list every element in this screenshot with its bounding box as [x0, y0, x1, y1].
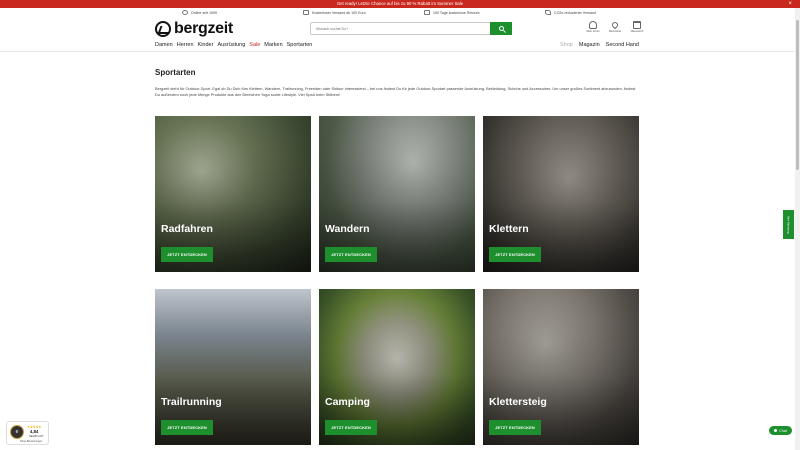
search-button[interactable] [490, 22, 512, 35]
usp-label: CO2e-reduzierter Versand [554, 10, 596, 15]
nav-item-herren[interactable]: Herren [177, 42, 194, 48]
nav-item-sportarten[interactable]: Sportarten [287, 42, 313, 48]
rating-grade: SEHR GUT [29, 434, 44, 438]
rating-label: Shop-Bewertungen [20, 440, 43, 443]
search-input[interactable] [311, 23, 490, 34]
sport-card-wandern[interactable]: Wandern JETZT ENTDECKEN [319, 116, 475, 272]
nav-item-second-hand[interactable]: Second Hand [606, 42, 639, 48]
chat-icon [774, 429, 778, 432]
heart-icon [610, 20, 620, 30]
usp-label: Kostenloser Versand ab 100 Euro [312, 10, 366, 15]
card-title: Klettersteig [489, 396, 547, 408]
globe-icon [182, 10, 188, 15]
discover-button[interactable]: JETZT ENTDECKEN [325, 247, 377, 262]
bag-icon [633, 21, 641, 29]
card-title: Camping [325, 396, 370, 408]
wishlist-label: Merkzettel [609, 30, 621, 33]
sport-card-trailrunning[interactable]: Trailrunning JETZT ENTDECKEN [155, 289, 311, 445]
card-title: Radfahren [161, 223, 213, 235]
trusted-shops-seal-icon: e [10, 425, 24, 439]
wishlist-button[interactable]: Merkzettel [608, 20, 622, 33]
usp-item: Online seit 1999 [182, 10, 217, 15]
promo-bar[interactable]: Get ready! Letzte Chance auf bis zu 90 %… [0, 0, 800, 8]
sport-card-camping[interactable]: Camping JETZT ENTDECKEN [319, 289, 475, 445]
main-nav: Damen Herren Kinder Ausrüstung Sale Mark… [155, 42, 312, 48]
discover-button[interactable]: JETZT ENTDECKEN [325, 420, 377, 435]
usp-item: Kostenloser Versand ab 100 Euro [303, 10, 366, 15]
site-header: bergzeit Mein Konto Merkzettel Warenkorb… [0, 18, 795, 52]
card-title: Trailrunning [161, 396, 222, 408]
discover-button[interactable]: JETZT ENTDECKEN [489, 247, 541, 262]
nav-item-ausruestung[interactable]: Ausrüstung [217, 42, 245, 48]
nav-item-kinder[interactable]: Kinder [198, 42, 214, 48]
discover-button[interactable]: JETZT ENTDECKEN [489, 420, 541, 435]
page-intro: Bergzeit steht für Outdoor-Sport. Egal o… [155, 86, 636, 98]
page-title: Sportarten [155, 68, 196, 77]
chat-label: Chat [779, 428, 787, 433]
card-title: Klettern [489, 223, 529, 235]
sport-card-klettersteig[interactable]: Klettersteig JETZT ENTDECKEN [483, 289, 639, 445]
scrollbar[interactable] [795, 8, 800, 450]
chat-button[interactable]: Chat [769, 426, 792, 435]
usp-label: Online seit 1999 [191, 10, 217, 15]
leaf-icon [545, 10, 551, 15]
nav-item-magazin[interactable]: Magazin [579, 42, 600, 48]
nav-item-damen[interactable]: Damen [155, 42, 173, 48]
logo[interactable]: bergzeit [155, 20, 233, 38]
logo-text: bergzeit [174, 20, 233, 37]
cart-label: Warenkorb [630, 30, 644, 33]
discover-button[interactable]: JETZT ENTDECKEN [161, 420, 213, 435]
usp-label: 100 Tage kostenlose Retoure [433, 10, 480, 15]
header-actions: Mein Konto Merkzettel Warenkorb [586, 20, 644, 33]
secondary-nav: Shop Magazin Second Hand [560, 42, 639, 48]
truck-icon [303, 10, 309, 15]
feedback-tab[interactable]: Ihre Meinung [783, 210, 794, 239]
nav-item-shop[interactable]: Shop [560, 42, 573, 48]
close-icon[interactable]: × [788, 0, 792, 8]
usp-item: 100 Tage kostenlose Retoure [424, 10, 480, 15]
account-label: Mein Konto [586, 30, 600, 33]
sport-card-radfahren[interactable]: Radfahren JETZT ENTDECKEN [155, 116, 311, 272]
sport-card-klettern[interactable]: Klettern JETZT ENTDECKEN [483, 116, 639, 272]
search-icon [498, 26, 504, 31]
usp-item: CO2e-reduzierter Versand [545, 10, 596, 15]
logo-mark-icon [155, 21, 171, 37]
nav-item-sale[interactable]: Sale [249, 42, 260, 48]
search-bar [310, 22, 512, 35]
scrollbar-thumb[interactable] [796, 20, 799, 170]
user-icon [589, 21, 597, 29]
return-box-icon [424, 10, 430, 15]
account-button[interactable]: Mein Konto [586, 21, 600, 33]
promo-text[interactable]: Get ready! Letzte Chance auf bis zu 90 %… [337, 1, 463, 6]
discover-button[interactable]: JETZT ENTDECKEN [161, 247, 213, 262]
trust-badge[interactable]: e ★★★★★ 4,84 SEHR GUT Shop-Bewertungen [6, 421, 49, 445]
card-title: Wandern [325, 223, 370, 235]
cart-button[interactable]: Warenkorb [630, 21, 644, 33]
nav-item-marken[interactable]: Marken [264, 42, 282, 48]
usp-bar: Online seit 1999 Kostenloser Versand ab … [0, 8, 795, 18]
